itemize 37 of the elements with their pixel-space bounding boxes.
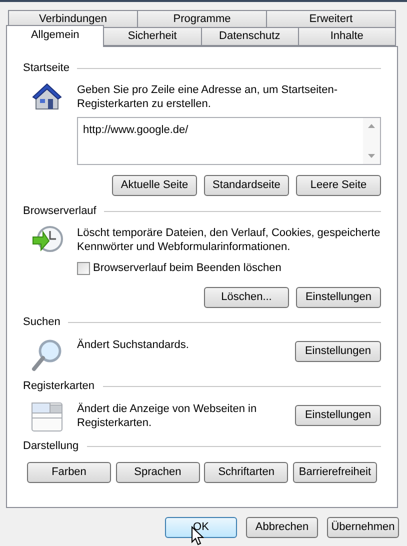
dialog-button[interactable]: Standardseite <box>204 175 289 196</box>
magnifier-icon <box>31 338 63 372</box>
dialog-button[interactable]: Leere Seite <box>296 175 381 196</box>
tabs-icon <box>31 402 63 432</box>
dialog-button[interactable]: Abbrechen <box>246 517 318 538</box>
dialog-button[interactable]: Farben <box>27 462 111 482</box>
checkbox-label: Browserverlauf beim Beenden löschen <box>93 261 282 276</box>
tab[interactable]: Sicherheit <box>103 27 202 46</box>
clock-icon <box>31 226 63 254</box>
section-title: Registerkarten <box>23 379 95 394</box>
section-title: Startseite <box>23 60 70 76</box>
scroll-down-icon[interactable] <box>368 154 375 158</box>
house-icon <box>31 83 63 111</box>
checkbox[interactable] <box>77 262 90 275</box>
dialog-button[interactable]: Übernehmen <box>327 517 399 538</box>
section-title: Darstellung <box>23 439 79 454</box>
dialog-button[interactable]: OK <box>165 517 237 538</box>
description-text: Löscht temporäre Dateien, den Verlauf, Cookies, gespeicherte Kennwörter und Webformularinformationen. <box>77 226 381 254</box>
tab[interactable]: Inhalte <box>298 27 396 46</box>
tab[interactable]: Allgemein <box>6 25 104 47</box>
section-title: Browserverlauf <box>23 204 96 219</box>
description-text: Ändert Suchstandards. <box>77 338 190 352</box>
description-text: Geben Sie pro Zeile eine Adresse an, um Startseiten-Registerkarten zu erstellen. <box>77 83 338 111</box>
tab[interactable]: Datenschutz <box>200 27 299 46</box>
dialog-button[interactable]: Schriftarten <box>204 462 288 482</box>
dialog-button[interactable]: Einstellungen <box>295 404 381 426</box>
dialog-button[interactable]: Einstellungen <box>296 286 381 308</box>
section-title: Suchen <box>23 315 60 330</box>
description-text: Ändert die Anzeige von Webseiten in Registerkarten. <box>77 402 258 430</box>
scrollbar[interactable] <box>363 118 380 164</box>
home-page-field[interactable]: http://www.google.de/ <box>77 117 381 165</box>
dialog-button[interactable]: Barrierefreiheit <box>292 462 377 482</box>
dialog-button[interactable]: Einstellungen <box>295 340 381 362</box>
dialog-button[interactable]: Löschen... <box>204 286 289 308</box>
dialog-button[interactable]: Aktuelle Seite <box>112 175 197 196</box>
dialog-button[interactable]: Sprachen <box>116 462 200 482</box>
scroll-up-icon[interactable] <box>368 124 375 128</box>
